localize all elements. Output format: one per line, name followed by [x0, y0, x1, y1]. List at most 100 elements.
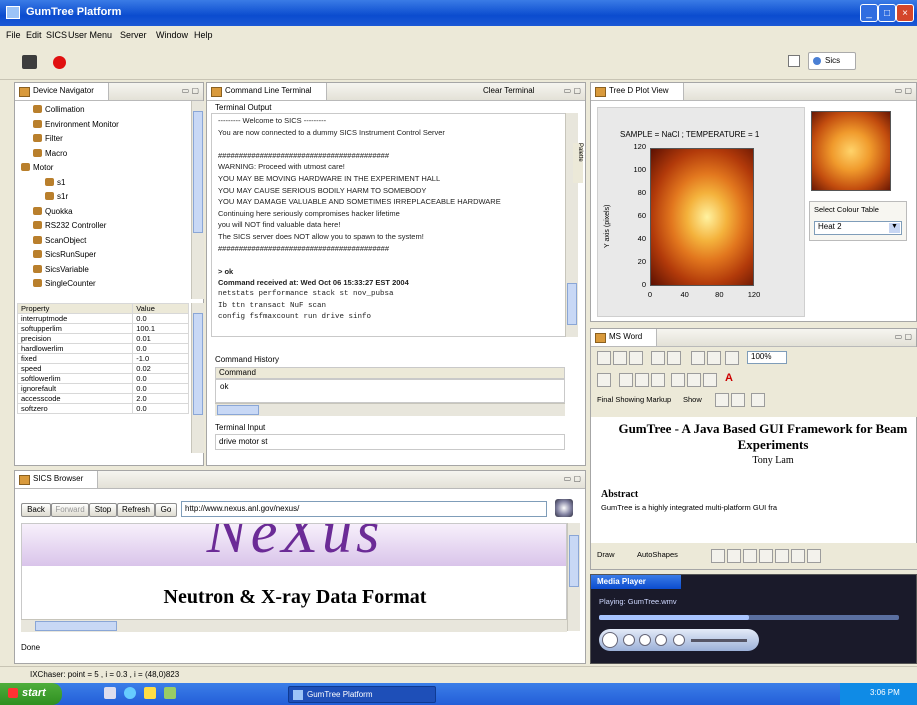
font-color-icon[interactable]: A [725, 372, 739, 386]
stop-button[interactable]: Stop [89, 503, 117, 517]
open-perspective-icon[interactable] [788, 55, 800, 67]
next-button[interactable] [655, 634, 667, 646]
indent-icon[interactable] [703, 373, 717, 387]
previous-button[interactable] [639, 634, 651, 646]
record-icon[interactable] [53, 56, 66, 69]
panel-minimize-icon[interactable]: ▭ ▢ [564, 474, 581, 483]
reject-change-icon[interactable] [731, 393, 745, 407]
panel-minimize-icon[interactable]: ▭ ▢ [182, 86, 199, 95]
window-title-bar[interactable]: GumTree Platform _ □ × [0, 0, 917, 26]
tree-item[interactable]: SingleCounter [33, 279, 96, 288]
tree-item[interactable]: s1 [45, 177, 65, 187]
tree-item[interactable]: s1r [45, 192, 68, 201]
volume-slider[interactable] [691, 639, 747, 642]
new-doc-icon[interactable] [597, 351, 611, 365]
panel-minimize-icon[interactable]: ▭ ▢ [895, 332, 912, 341]
align-center-icon[interactable] [635, 373, 649, 387]
start-button[interactable]: start [0, 683, 62, 705]
arrow-icon[interactable] [727, 549, 741, 563]
tree-item[interactable]: ScanObject [33, 235, 86, 245]
review-markup-select[interactable]: Final Showing Markup [597, 395, 671, 404]
browser-hscrollbar[interactable] [21, 619, 567, 632]
tree-item[interactable]: RS232 Controller [33, 221, 106, 230]
colour-table-select[interactable]: Heat 2 ▼ [814, 221, 902, 235]
taskbar-gumtree-button[interactable]: GumTree Platform [288, 686, 436, 703]
tab-media-player[interactable]: Media Player [591, 575, 681, 589]
table-row[interactable]: ignorefault 0.0 [16, 383, 189, 394]
heatmap-image[interactable] [650, 148, 754, 286]
save-doc-icon[interactable] [629, 351, 643, 365]
history-item[interactable]: ok [220, 382, 228, 391]
command-history-list[interactable]: ok [215, 379, 565, 403]
tree-item[interactable]: Filter [33, 134, 63, 143]
word-document[interactable]: GumTree - A Java Based GUI Framework for… [595, 419, 907, 537]
tree-item[interactable]: Quokka [33, 206, 73, 216]
open-icon[interactable] [613, 351, 627, 365]
table-row[interactable]: fixed -1.0 [16, 353, 189, 364]
clear-terminal-button[interactable]: Clear Terminal [483, 86, 534, 95]
close-button[interactable]: × [896, 4, 914, 22]
autoshapes-menu[interactable]: AutoShapes [637, 550, 678, 559]
go-button[interactable]: Go [155, 503, 177, 517]
back-button[interactable]: Back [21, 503, 51, 517]
terminal-output[interactable]: --------- Welcome to SICS --------- You a… [211, 113, 567, 337]
numbering-icon[interactable] [671, 373, 685, 387]
refresh-button[interactable]: Refresh [117, 503, 155, 517]
style-icon[interactable] [597, 373, 611, 387]
rectangle-icon[interactable] [743, 549, 757, 563]
preview-icon[interactable] [667, 351, 681, 365]
plot-area[interactable]: SAMPLE = NaCl ; TEMPERATURE = 1 Y axis (… [597, 107, 805, 317]
table-row[interactable]: hardlowerlim 0.0 [16, 343, 189, 354]
terminal-input-field[interactable]: drive motor st [215, 434, 565, 450]
perspective-sics[interactable]: Sics [808, 52, 856, 70]
menu-help[interactable]: Help [194, 30, 213, 40]
app-quick-icon[interactable] [164, 687, 176, 699]
browser-scrollbar[interactable] [567, 523, 580, 631]
show-menu[interactable]: Show [683, 395, 702, 404]
menu-user-menu[interactable]: User Menu [68, 30, 112, 40]
browser-content[interactable]: NeXus Neutron & X-ray Data Format [21, 523, 567, 631]
minimize-button[interactable]: _ [860, 4, 878, 22]
panel-minimize-icon[interactable]: ▭ ▢ [895, 86, 912, 95]
table-row[interactable]: accesscode 2.0 [16, 393, 189, 404]
tree-item[interactable]: Collimation [33, 105, 85, 114]
draw-menu[interactable]: Draw [597, 550, 615, 559]
tab-device-navigator[interactable]: Device Navigator [15, 83, 109, 100]
drawing-icon[interactable] [725, 351, 739, 365]
line-icon[interactable] [711, 549, 725, 563]
tab-tree-d-plot-view[interactable]: Tree D Plot View [591, 83, 684, 100]
tab-ms-word[interactable]: MS Word [591, 329, 658, 346]
oval-icon[interactable] [759, 549, 773, 563]
mute-button[interactable] [673, 634, 685, 646]
accept-change-icon[interactable] [715, 393, 729, 407]
columns-icon[interactable] [707, 351, 721, 365]
folder-quick-icon[interactable] [144, 687, 156, 699]
tree-scrollbar[interactable] [191, 101, 204, 299]
maximize-button[interactable]: □ [878, 4, 896, 22]
tab-command-line-terminal[interactable]: Command Line Terminal [207, 83, 327, 100]
play-button[interactable] [602, 632, 618, 648]
menu-edit[interactable]: Edit [26, 30, 42, 40]
menu-sics[interactable]: SICS [46, 30, 67, 40]
print-icon[interactable] [651, 351, 665, 365]
table-row[interactable]: speed 0.02 [16, 363, 189, 374]
table-row[interactable]: softlowerlim 0.0 [16, 373, 189, 384]
comment-icon[interactable] [751, 393, 765, 407]
history-hscrollbar[interactable] [215, 403, 565, 416]
browser-quick-icon[interactable] [124, 687, 136, 699]
menu-server[interactable]: Server [120, 30, 147, 40]
table-icon[interactable] [691, 351, 705, 365]
palette-side-tab[interactable]: Palette [573, 143, 583, 183]
tree-item[interactable]: SicsVariable [33, 264, 89, 274]
url-field[interactable]: http://www.nexus.anl.gov/nexus/ [181, 501, 547, 517]
zoom-select[interactable]: 100% [747, 351, 787, 364]
panel-minimize-icon[interactable]: ▭ ▢ [564, 86, 581, 95]
desktop-icon[interactable] [104, 687, 116, 699]
align-right-icon[interactable] [651, 373, 665, 387]
textbox-icon[interactable] [775, 549, 789, 563]
table-row[interactable]: softzero 0.0 [16, 403, 189, 414]
menu-file[interactable]: File [6, 30, 21, 40]
clipart-icon[interactable] [807, 549, 821, 563]
seek-bar[interactable] [599, 615, 899, 620]
align-left-icon[interactable] [619, 373, 633, 387]
